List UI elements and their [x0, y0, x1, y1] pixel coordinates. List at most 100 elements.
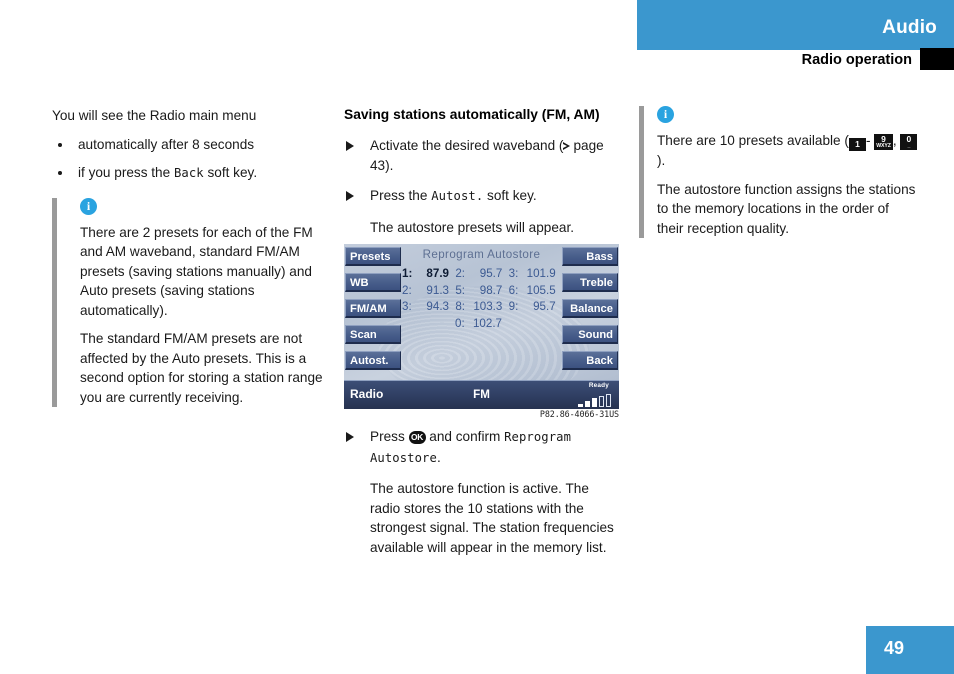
preset-index: 2: — [402, 283, 412, 297]
preset-index: 6: — [508, 283, 519, 297]
right-column: i There are 10 presets available (1- 9 WX… — [639, 106, 919, 247]
soft-key-scan[interactable]: Scan — [345, 325, 401, 344]
step-result-text: The autostore presets will appear. — [370, 219, 575, 235]
note-dash: - — [865, 133, 871, 148]
note-text-tail: ). — [657, 153, 666, 168]
list-item: automatically after 8 seconds — [52, 135, 330, 155]
page-reference-arrow-icon — [563, 142, 571, 151]
preset-index: 8: — [455, 300, 465, 313]
intro-text: You will see the Radio main menu — [52, 108, 257, 123]
step-list: Activate the desired waveband (page 43).… — [344, 136, 622, 207]
middle-column: Saving stations automatically (FM, AM) A… — [344, 106, 622, 247]
preset-index: 3: — [402, 300, 412, 313]
preset-entry[interactable]: 2: 91.3 — [402, 283, 455, 300]
status-ready-label: Ready — [588, 382, 609, 389]
preset-entry[interactable]: 6: 105.5 — [509, 283, 562, 300]
left-column: You will see the Radio main menu automat… — [52, 106, 330, 416]
preset-index: 2: — [455, 267, 465, 280]
soft-key-wb[interactable]: WB — [345, 273, 401, 292]
list-item-text: if you press the — [78, 165, 174, 180]
preset-index: 3: — [508, 267, 519, 280]
step-text: Press — [370, 429, 409, 444]
bullet-dot — [58, 171, 62, 175]
info-note-right: i There are 10 presets available (1- 9 WX… — [639, 106, 919, 238]
result-paragraph: The autostore function is active. The ra… — [370, 481, 614, 555]
list-item-text: automatically after 8 seconds — [78, 136, 255, 152]
preset-entry[interactable]: 2: 95.7 — [455, 266, 508, 283]
step-text-tail: soft key. — [483, 188, 537, 203]
preset-frequency: 94.3 — [426, 300, 449, 313]
step-arrow-icon — [346, 432, 354, 442]
preset-frequency: 95.7 — [479, 267, 503, 280]
middle-column-lower: Press OK and confirm Reprogram Autostore… — [344, 427, 622, 567]
preset-frequency: 105.5 — [526, 283, 556, 297]
keypad-key-9-icon: 9 WXYZ — [874, 133, 893, 150]
page-title: Audio — [882, 17, 937, 38]
step-list-lower: Press OK and confirm Reprogram Autostore… — [344, 427, 622, 468]
preset-index: 1: — [402, 267, 413, 280]
note-paragraph: The standard FM/AM presets are not affec… — [80, 331, 323, 405]
step-text-tail: . — [436, 449, 441, 465]
preset-frequency: 103.3 — [473, 300, 503, 313]
list-item: Press OK and confirm Reprogram Autostore… — [344, 427, 622, 468]
step-text-tail: ). — [385, 157, 394, 173]
info-icon: i — [80, 197, 97, 215]
step-arrow-icon — [346, 191, 354, 201]
step-text: Activate the desired waveband ( — [370, 138, 564, 153]
soft-key-treble[interactable]: Treble — [562, 273, 618, 292]
preset-frequency: 101.9 — [526, 267, 556, 280]
radio-screen-title: Reprogram Autostore — [422, 248, 541, 261]
preset-entry[interactable]: 9: 95.7 — [509, 299, 562, 316]
radio-status-bar: Radio FM Ready — [344, 380, 619, 409]
note-side-bar — [52, 197, 57, 407]
preset-entry[interactable]: 3: 94.3 — [402, 299, 455, 316]
preset-frequency: 102.7 — [472, 316, 502, 330]
list-item-text-tail: soft key. — [203, 165, 258, 180]
keypad-key-0-icon: 0 _ — [900, 133, 918, 150]
preset-entry[interactable]: 1: 87.9 — [402, 266, 455, 283]
radio-display-figure: Presets WB FM/AM Scan Autost. Bass Trebl… — [344, 244, 619, 409]
chapter-marker-block — [920, 48, 954, 70]
info-icon: i — [657, 106, 674, 123]
preset-frequency: 98.7 — [479, 283, 503, 297]
ok-key-icon: OK — [408, 431, 426, 444]
radio-screen: Presets WB FM/AM Scan Autost. Bass Trebl… — [344, 244, 619, 409]
preset-index: 5: — [455, 283, 465, 297]
note-comma: , — [892, 133, 897, 148]
page-number-badge — [866, 626, 954, 674]
list-item: Press the Autost. soft key. — [344, 186, 622, 207]
section-subtitle: Radio operation — [801, 52, 912, 68]
preset-list: 1: 87.9 2: 95.7 3: 101.9 2: 91.3 5: 98.7 6: 10… — [402, 266, 562, 332]
soft-key-sound[interactable]: Sound — [562, 325, 618, 344]
soft-key-autost[interactable]: Autost. — [345, 351, 401, 370]
preset-entry[interactable]: 8: 103.3 — [455, 299, 508, 316]
preset-entry[interactable]: 0: 102.7 — [455, 316, 509, 333]
preset-row: 2: 91.3 5: 98.7 6: 105.5 — [402, 283, 562, 300]
soft-key-fm-am[interactable]: FM/AM — [345, 299, 401, 318]
preset-row: 0: 102.7 — [402, 316, 562, 333]
preset-entry[interactable]: 5: 98.7 — [455, 283, 508, 300]
bullet-dot — [58, 142, 62, 147]
signal-strength-icon — [578, 394, 611, 407]
info-note-left: i There are 2 presets for each of the FM… — [52, 197, 330, 407]
note-text: There are 10 presets available ( — [657, 133, 849, 148]
note-paragraph: There are 2 presets for each of the FM a… — [80, 224, 313, 318]
note-side-bar — [639, 106, 644, 238]
page-number: 49 — [884, 638, 905, 658]
soft-key-balance[interactable]: Balance — [562, 299, 618, 318]
soft-key-back[interactable]: Back — [562, 351, 618, 370]
preset-entry[interactable]: 3: 101.9 — [509, 266, 562, 283]
soft-key-name-back: Back — [173, 166, 204, 180]
step-arrow-icon — [346, 141, 354, 151]
note-paragraph-presets: There are 10 presets available (1- 9 WXYZ… — [657, 131, 919, 171]
preset-row: 1: 87.9 2: 95.7 3: 101.9 — [402, 266, 562, 283]
step-text: Press the — [370, 188, 432, 203]
preset-row: 3: 94.3 8: 103.3 9: 95.7 — [402, 299, 562, 316]
keypad-key-1-icon: 1 — [848, 138, 866, 151]
soft-key-name-autost: Autost. — [431, 189, 484, 203]
preset-frequency: 91.3 — [426, 283, 449, 297]
preset-index: 0: — [455, 316, 465, 330]
list-item: if you press the Back soft key. — [52, 163, 330, 184]
list-item: Activate the desired waveband (page 43). — [344, 136, 622, 175]
preset-frequency: 95.7 — [533, 300, 556, 313]
